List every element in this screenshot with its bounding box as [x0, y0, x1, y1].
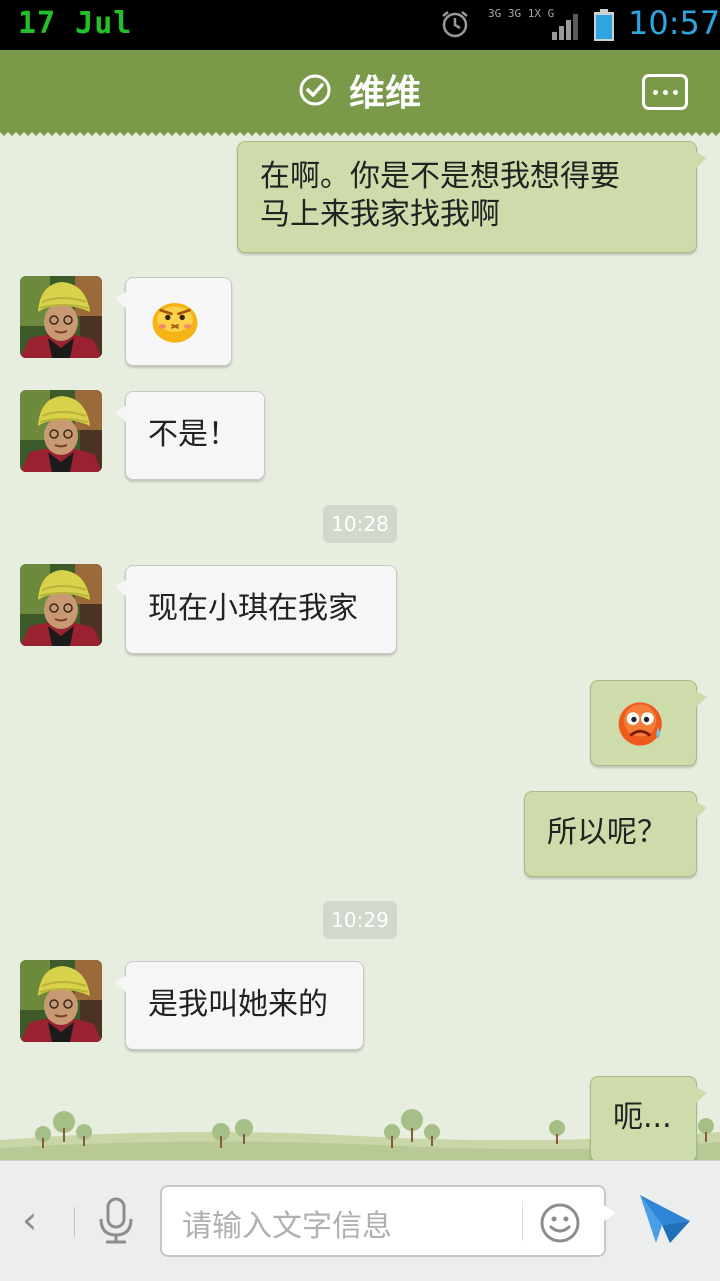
more-dots-icon	[653, 90, 658, 95]
message-timestamp: 10:28	[323, 505, 397, 543]
status-date: 17 Jul	[18, 6, 133, 41]
message-text-line: 在啊。你是不是想我想得要	[260, 159, 620, 194]
status-time: 10:57	[628, 4, 720, 42]
message-bubble-incoming[interactable]: 现在小琪在我家	[115, 565, 397, 654]
message-input-bar: ‹ 请输入文字信息	[0, 1160, 720, 1281]
message-bubble-incoming[interactable]	[115, 277, 232, 366]
chevron-left-icon[interactable]: ‹	[22, 1197, 52, 1243]
smiley-icon[interactable]	[538, 1201, 582, 1245]
send-paper-plane-icon[interactable]	[636, 1191, 694, 1247]
message-text: 所以呢？	[547, 815, 667, 850]
message-input-container[interactable]: 请输入文字信息	[160, 1185, 606, 1257]
message-bubble-outgoing[interactable]: 呃...	[590, 1076, 707, 1160]
status-bar: 17 Jul 3G 3G 1X G 10:57	[0, 0, 720, 50]
message-text-line: 马上来我家找我啊	[260, 197, 500, 232]
more-options-button[interactable]	[642, 74, 688, 110]
more-dot	[673, 90, 678, 95]
chat-message-list[interactable]: 在啊。你是不是想我想得要 马上来我家找我啊 不是！ 10:28 现在小琪在我家	[0, 138, 720, 1160]
message-bubble-incoming[interactable]: 不是！	[115, 391, 265, 480]
message-text: 不是！	[148, 417, 238, 452]
message-bubble-outgoing[interactable]	[590, 680, 707, 766]
header-edge-decoration	[0, 130, 720, 136]
contact-avatar[interactable]	[20, 564, 102, 646]
contact-avatar[interactable]	[20, 390, 102, 472]
input-divider	[522, 1201, 523, 1241]
message-bubble-outgoing[interactable]: 在啊。你是不是想我想得要 马上来我家找我啊	[237, 141, 707, 253]
signal-icon	[552, 14, 578, 40]
contact-avatar[interactable]	[20, 276, 102, 358]
message-text: 呃...	[613, 1100, 672, 1135]
message-bubble-outgoing[interactable]: 所以呢？	[524, 791, 707, 877]
verified-check-icon	[299, 74, 331, 106]
more-dot	[663, 90, 668, 95]
network-type-indicator: 3G 3G 1X G	[488, 7, 555, 20]
contact-name-title: 维维	[348, 73, 421, 114]
message-text: 是我叫她来的	[148, 987, 328, 1022]
toolbar-divider	[74, 1207, 75, 1237]
angry-yellow-face-emoji	[152, 303, 198, 343]
sweating-orange-face-emoji	[618, 702, 662, 746]
input-bubble-tail	[604, 1205, 616, 1221]
message-text: 现在小琪在我家	[148, 591, 358, 626]
alarm-icon	[442, 11, 468, 38]
message-input[interactable]: 请输入文字信息	[182, 1201, 392, 1245]
message-timestamp: 10:29	[323, 901, 397, 939]
message-bubble-incoming[interactable]: 是我叫她来的	[115, 961, 364, 1050]
header-title-group: 维维	[0, 50, 720, 130]
contact-avatar[interactable]	[20, 960, 102, 1042]
battery-icon	[594, 9, 614, 41]
microphone-icon[interactable]	[96, 1197, 136, 1245]
